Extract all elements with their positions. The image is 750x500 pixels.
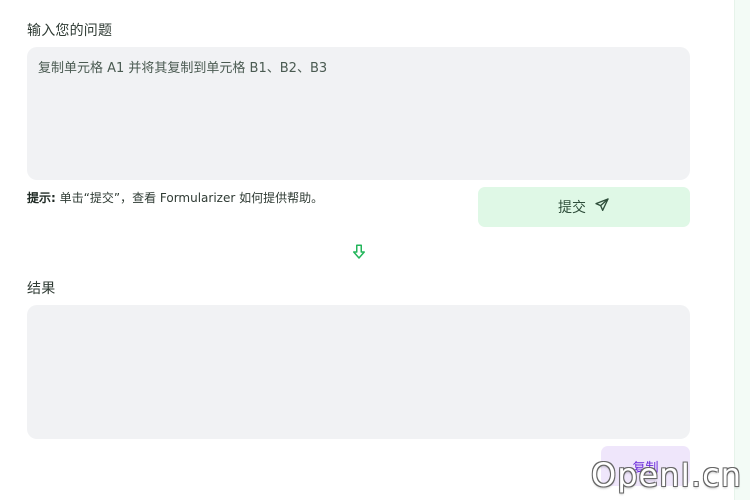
result-output[interactable]: [27, 305, 690, 439]
hint-text: 提示: 单击“提交”，查看 Formularizer 如何提供帮助。: [27, 189, 323, 206]
question-input[interactable]: 复制单元格 A1 并将其复制到单元格 B1、B2、B3: [27, 47, 690, 180]
watermark-logo: OpenI.cn: [591, 456, 742, 494]
question-label: 输入您的问题: [27, 23, 113, 39]
hint-body: 单击“提交”，查看 Formularizer 如何提供帮助。: [59, 191, 324, 205]
hint-title: 提示:: [27, 191, 56, 205]
right-scroll-gutter[interactable]: [734, 0, 750, 500]
arrow-down-icon: [350, 243, 368, 261]
submit-button[interactable]: 提交: [478, 187, 690, 227]
submit-button-label: 提交: [558, 200, 586, 216]
paper-plane-icon: [594, 197, 610, 217]
result-label: 结果: [27, 281, 56, 297]
formularizer-page: 输入您的问题 复制单元格 A1 并将其复制到单元格 B1、B2、B3 提示: 单…: [0, 0, 750, 500]
